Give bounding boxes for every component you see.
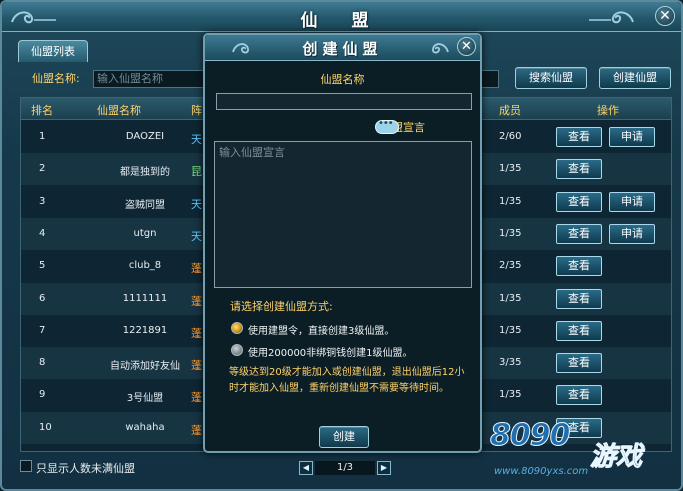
- not-full-checkbox[interactable]: [20, 460, 32, 472]
- camp-cell: 天: [191, 229, 202, 243]
- header-members: 成员: [499, 104, 521, 117]
- guild-name-cell: 自动添加好友仙: [110, 361, 180, 373]
- members-cell: 3/35: [499, 357, 522, 369]
- rank-cell: 5: [39, 260, 46, 272]
- apply-button[interactable]: 申请: [609, 127, 655, 147]
- tab-guild-list[interactable]: 仙盟列表: [18, 40, 88, 62]
- confirm-create-button[interactable]: 创建: [319, 426, 369, 448]
- header-rank: 排名: [31, 104, 53, 117]
- camp-cell: 蓬: [191, 326, 202, 340]
- guild-name-cell: club_8: [128, 260, 162, 272]
- header-camp: 阵: [191, 104, 202, 117]
- dialog-close-icon[interactable]: ✕: [457, 37, 476, 56]
- window-title: 仙 盟: [300, 11, 383, 31]
- ornament-icon: [589, 11, 634, 24]
- members-cell: 1/35: [499, 292, 522, 304]
- members-cell: 1/35: [499, 324, 522, 336]
- camp-cell: 蓬: [191, 359, 202, 373]
- view-button[interactable]: 查看: [556, 256, 602, 277]
- guild-name-cell: 3号仙盟: [126, 393, 164, 405]
- guild-name-cell: 都是独到的: [120, 167, 170, 179]
- apply-button[interactable]: 申请: [609, 191, 655, 212]
- rank-cell: 1: [39, 131, 46, 142]
- create-note: 等级达到20级才能加入或创建仙盟，退出仙盟后12小时才能加入仙盟，重新创建仙盟不…: [229, 367, 465, 394]
- members-cell: 1/35: [499, 195, 522, 207]
- guild-name-cell: 盗贼同盟: [125, 199, 165, 211]
- guild-name-label: 仙盟名称: [320, 73, 365, 86]
- site-watermark: 8090 游戏 www.8090yxs.com: [482, 414, 682, 490]
- guild-name-cell: DAOZEI: [125, 131, 165, 142]
- guild-name-cell: wahaha: [125, 421, 165, 433]
- rank-cell: 8: [39, 357, 46, 369]
- guild-name-input[interactable]: [216, 93, 472, 110]
- title-bar: 仙 盟: [2, 2, 681, 32]
- guild-name-cell: utgn: [133, 227, 157, 239]
- next-page-icon[interactable]: ▶: [377, 461, 391, 475]
- option-copper-radio[interactable]: [231, 344, 243, 356]
- members-cell: 1/35: [499, 227, 522, 239]
- option-copper-text: 使用200000非绑铜钱创建1级仙盟。: [248, 348, 413, 359]
- view-button[interactable]: 查看: [556, 127, 602, 147]
- camp-cell: 天: [191, 133, 202, 146]
- option-token-radio[interactable]: [231, 322, 243, 334]
- ornament-icon: [432, 43, 449, 54]
- search-label: 仙盟名称:: [32, 72, 80, 85]
- prev-page-icon[interactable]: ◀: [299, 461, 313, 475]
- camp-cell: 昆: [191, 165, 202, 179]
- header-name: 仙盟名称: [97, 104, 141, 117]
- watermark-game: 游戏: [589, 442, 643, 473]
- view-button[interactable]: 查看: [556, 320, 602, 341]
- create-method-label: 请选择创建仙盟方式:: [230, 300, 333, 313]
- create-guild-button[interactable]: 创建仙盟: [599, 67, 671, 89]
- camp-cell: 蓬: [191, 262, 202, 276]
- dialog-title-bar: 创建仙盟: [205, 35, 480, 61]
- rank-cell: 6: [39, 292, 46, 304]
- camp-cell: 天: [191, 197, 202, 211]
- watermark-url: www.8090yxs.com: [494, 466, 589, 477]
- members-cell: 1/35: [499, 163, 522, 175]
- pager: ◀ 1/3 ▶: [299, 461, 393, 477]
- apply-button[interactable]: 申请: [609, 223, 655, 244]
- members-cell: 1/35: [499, 389, 522, 401]
- rank-cell: 9: [39, 389, 46, 401]
- guild-name-cell: 1111111: [122, 292, 168, 304]
- option-token-text: 使用建盟令，直接创建3级仙盟。: [248, 326, 395, 337]
- rank-cell: 4: [39, 227, 46, 239]
- view-button[interactable]: 查看: [556, 191, 602, 212]
- chat-bubble-icon: [375, 118, 399, 134]
- camp-cell: 蓬: [191, 391, 202, 405]
- watermark-logo: 8090: [490, 418, 571, 454]
- rank-cell: 10: [39, 421, 52, 433]
- view-button[interactable]: 查看: [556, 353, 602, 374]
- guild-name-cell: 1221891: [122, 324, 168, 336]
- rank-cell: 3: [39, 195, 46, 207]
- camp-cell: 蓬: [191, 294, 202, 308]
- header-action: 操作: [597, 104, 619, 117]
- close-icon[interactable]: ✕: [655, 6, 675, 26]
- members-cell: 2/35: [499, 260, 522, 272]
- not-full-label: 只显示人数未满仙盟: [36, 462, 135, 475]
- view-button[interactable]: 查看: [556, 223, 602, 244]
- rank-cell: 7: [39, 324, 46, 336]
- page-indicator: 1/3: [315, 461, 375, 475]
- camp-cell: 蓬: [191, 423, 202, 437]
- search-guild-button[interactable]: 搜索仙盟: [515, 67, 587, 89]
- view-button[interactable]: 查看: [556, 385, 602, 406]
- create-guild-dialog: 创建仙盟 ✕ 仙盟名称 仙盟宣言 输入仙盟宣言 请选择创建仙盟方式: 使用建盟令…: [203, 33, 482, 453]
- view-button[interactable]: 查看: [556, 159, 602, 180]
- view-button[interactable]: 查看: [556, 288, 602, 309]
- rank-cell: 2: [39, 163, 46, 175]
- manifesto-textarea[interactable]: 输入仙盟宣言: [214, 141, 472, 288]
- members-cell: 2/60: [499, 131, 522, 142]
